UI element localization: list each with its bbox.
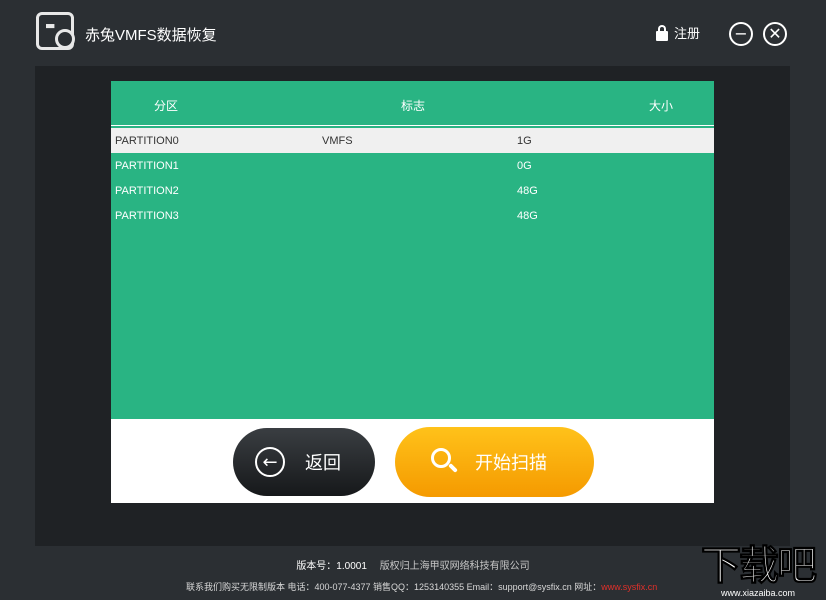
lock-icon bbox=[656, 24, 668, 41]
table-row[interactable]: PARTITION2 48G bbox=[111, 178, 714, 203]
register-button[interactable]: 注册 bbox=[656, 23, 700, 42]
column-header-size: 大小 bbox=[649, 99, 674, 113]
partition-cell: PARTITION2 bbox=[115, 185, 179, 197]
back-label: 返回 bbox=[305, 453, 341, 473]
minus-icon: − bbox=[734, 24, 748, 43]
partition-cell: PARTITION0 bbox=[115, 135, 179, 147]
table-row[interactable]: PARTITION1 0G bbox=[111, 153, 714, 178]
size-cell: 48G bbox=[517, 210, 538, 222]
copyright-text: 版权归上海甲驭网络科技有限公司 bbox=[379, 561, 530, 572]
title-bar: ▬ 赤兔VMFS数据恢复 注册 − ✕ bbox=[0, 0, 826, 66]
watermark-logo: 下载吧 www.xiazaiba.com bbox=[690, 544, 826, 600]
app-title: 赤兔VMFS数据恢复 bbox=[85, 27, 217, 44]
table-row[interactable]: PARTITION0 VMFS 1G bbox=[111, 128, 714, 153]
partition-table: 分区 标志 大小 PARTITION0 VMFS 1G PARTITION1 0… bbox=[111, 81, 714, 419]
table-header: 分区 标志 大小 bbox=[111, 81, 714, 126]
close-icon: ✕ bbox=[768, 24, 782, 43]
column-header-flag: 标志 bbox=[401, 99, 426, 113]
arrow-left-icon: ← bbox=[255, 447, 285, 477]
contact-info: 联系我们购买无限制版本 电话：400-077-4377 销售QQ：1253140… bbox=[186, 580, 657, 593]
partition-cell: PARTITION1 bbox=[115, 160, 179, 172]
search-icon bbox=[431, 448, 459, 476]
minimize-button[interactable]: − bbox=[729, 22, 753, 46]
version-text: 版本号：1.0001 bbox=[296, 561, 367, 572]
flag-cell: VMFS bbox=[322, 135, 353, 147]
start-scan-button[interactable]: 开始扫描 bbox=[395, 427, 594, 497]
watermark-text: 下载吧 bbox=[701, 543, 818, 589]
partition-cell: PARTITION3 bbox=[115, 210, 179, 222]
register-label: 注册 bbox=[674, 26, 701, 41]
watermark-url: www.xiazaiba.com bbox=[720, 588, 796, 598]
back-button[interactable]: ← 返回 bbox=[233, 428, 375, 496]
app-logo-icon: ▬ bbox=[36, 12, 75, 50]
table-row[interactable]: PARTITION3 48G bbox=[111, 203, 714, 228]
scan-label: 开始扫描 bbox=[475, 453, 547, 473]
partition-card: 分区 标志 大小 PARTITION0 VMFS 1G PARTITION1 0… bbox=[111, 81, 714, 503]
size-cell: 0G bbox=[517, 160, 532, 172]
close-button[interactable]: ✕ bbox=[763, 22, 787, 46]
contact-text: 联系我们购买无限制版本 电话：400-077-4377 销售QQ：1253140… bbox=[186, 582, 602, 592]
action-bar: ← 返回 开始扫描 bbox=[111, 419, 714, 503]
size-cell: 48G bbox=[517, 185, 538, 197]
size-cell: 1G bbox=[517, 135, 532, 147]
column-header-partition: 分区 bbox=[154, 99, 179, 113]
website-link[interactable]: www.sysfix.cn bbox=[601, 582, 657, 592]
